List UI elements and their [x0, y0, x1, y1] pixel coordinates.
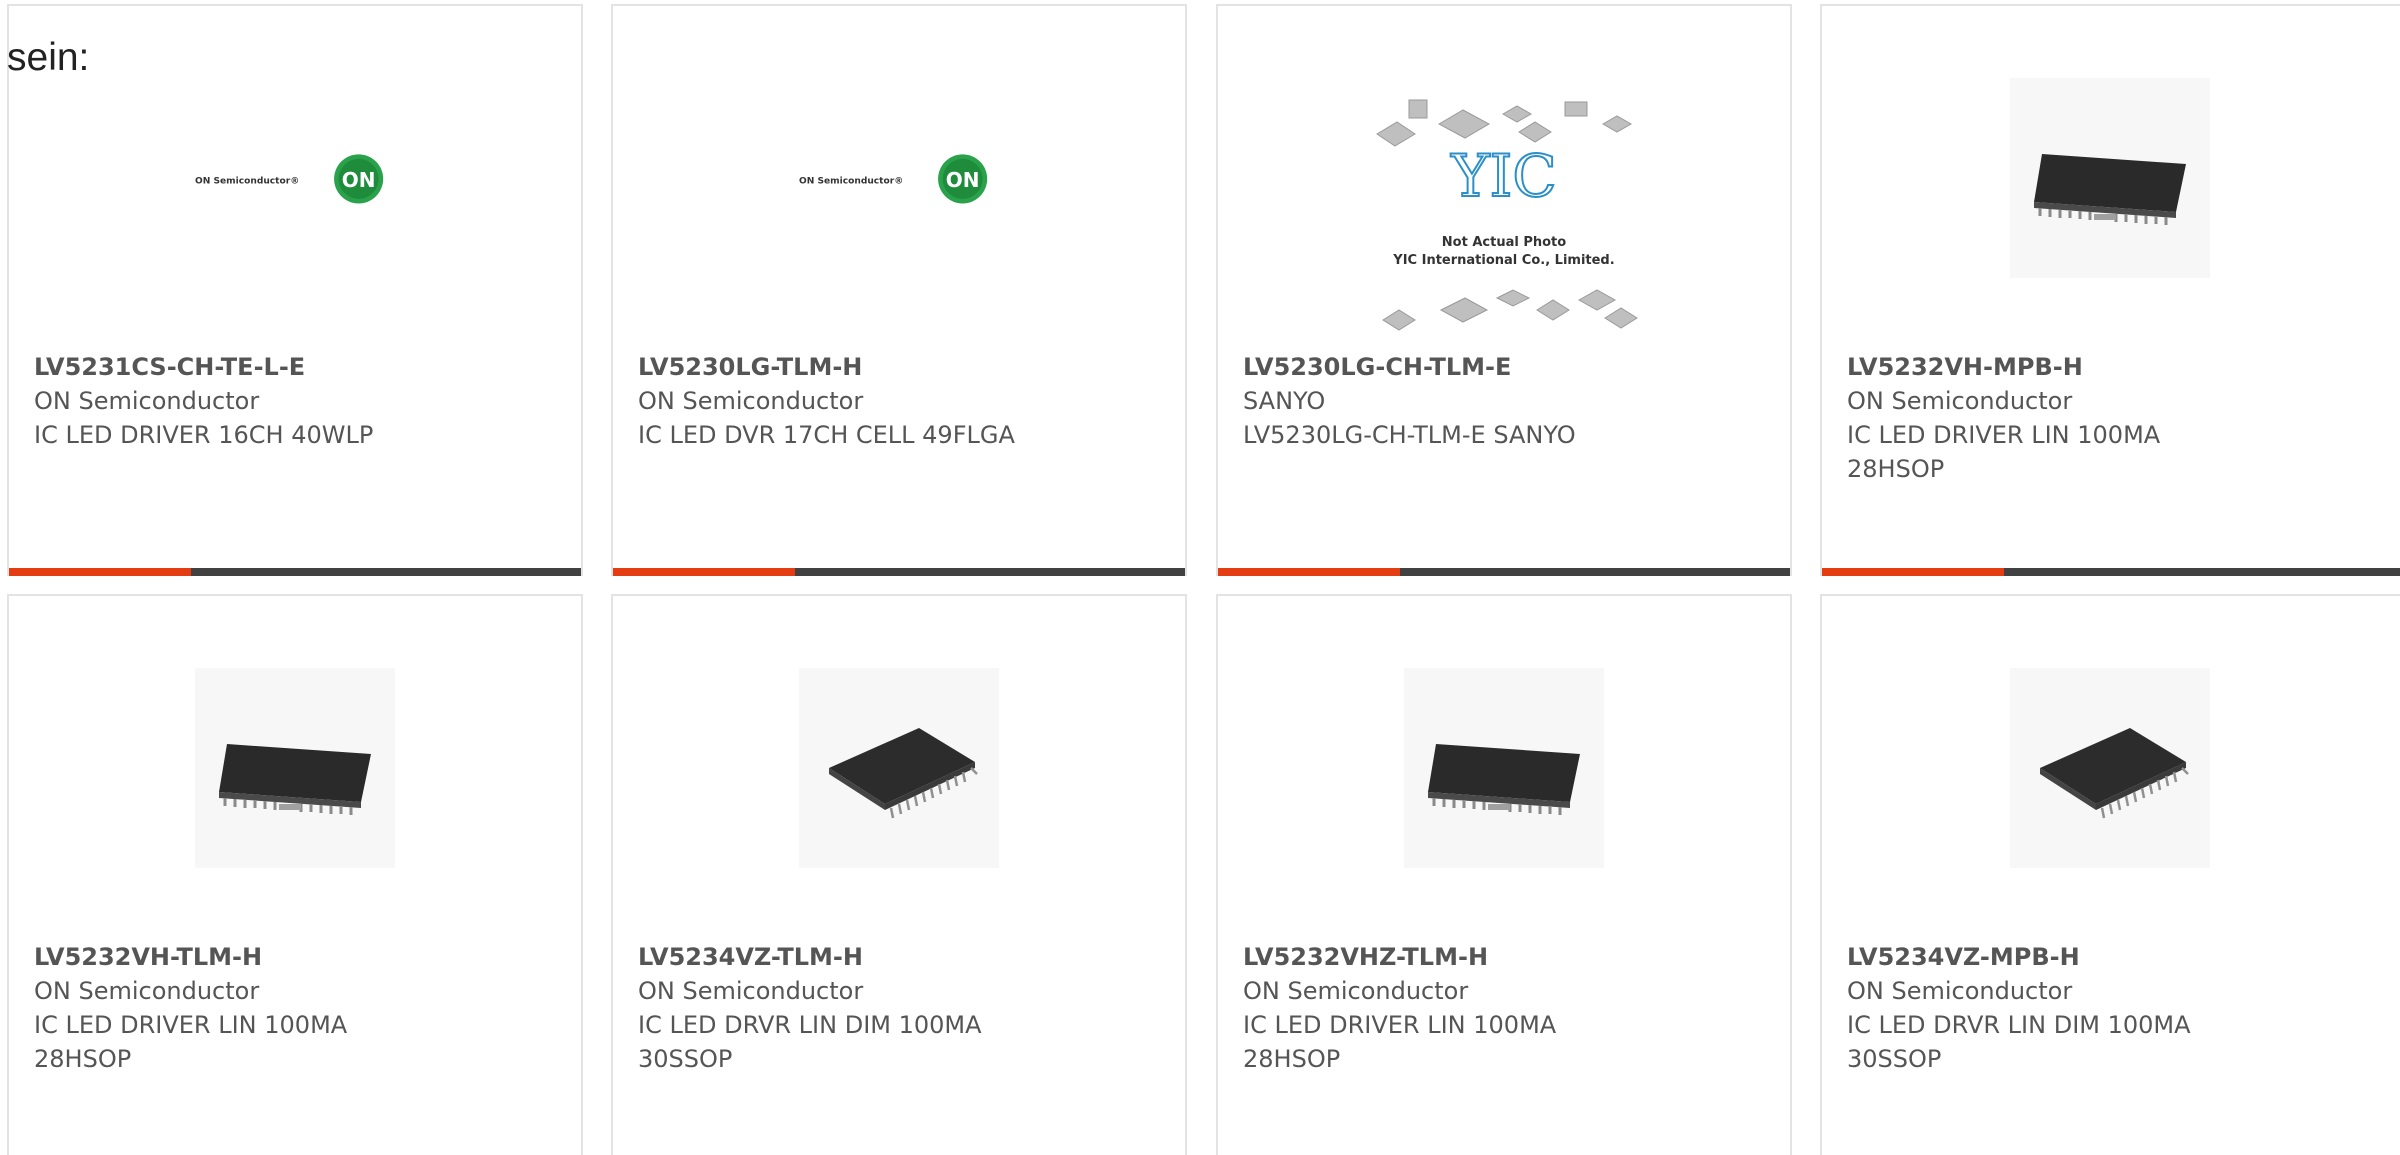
- description: LV5230LG-CH-TLM-E SANYO: [1243, 421, 1576, 449]
- product-card[interactable]: LV5232VHZ-TLM-H ON Semiconductor IC LED …: [1216, 594, 1792, 1155]
- manufacturer: ON Semiconductor: [638, 387, 864, 415]
- description: IC LED DVR 17CH CELL 49FLGA: [638, 421, 1015, 449]
- svg-text:ON Semiconductor®: ON Semiconductor®: [195, 176, 299, 186]
- intro-text: sein:: [7, 36, 90, 79]
- card-bar: [9, 568, 581, 576]
- hsop-chip-icon: [2034, 154, 2186, 225]
- hsop-chip-icon: [1428, 744, 1580, 815]
- part-number[interactable]: LV5234VZ-MPB-H: [1847, 940, 2380, 974]
- manufacturer: SANYO: [1243, 387, 1326, 415]
- card-bar: [1822, 568, 2400, 576]
- svg-text:ON: ON: [946, 168, 980, 192]
- part-number[interactable]: LV5232VH-TLM-H: [34, 940, 561, 974]
- manufacturer: ON Semiconductor: [1847, 387, 2073, 415]
- part-number[interactable]: LV5230LG-TLM-H: [638, 350, 1165, 384]
- product-card[interactable]: ON Semiconductor® ON LV5230LG-TLM-H ON S…: [611, 4, 1187, 576]
- manufacturer: ON Semiconductor: [638, 977, 864, 1005]
- ssop-chip-icon: [829, 728, 978, 819]
- part-number[interactable]: LV5232VHZ-TLM-H: [1243, 940, 1770, 974]
- part-number[interactable]: LV5231CS-CH-TE-L-E: [34, 350, 561, 384]
- manufacturer: ON Semiconductor: [1847, 977, 2073, 1005]
- product-image: [195, 668, 395, 868]
- description: IC LED DRIVER LIN 100MA 28HSOP: [1243, 1011, 1557, 1073]
- product-image: YIC Not Actual Photo YIC International C…: [1369, 96, 1639, 336]
- svg-text:ON Semiconductor®: ON Semiconductor®: [799, 176, 903, 186]
- part-number[interactable]: LV5232VH-MPB-H: [1847, 350, 2380, 384]
- product-card[interactable]: LV5234VZ-MPB-H ON Semiconductor IC LED D…: [1820, 594, 2400, 1155]
- ssop-chip-icon: [2040, 728, 2189, 819]
- product-image: ON Semiconductor® ON: [195, 78, 395, 278]
- product-card[interactable]: LV5232VH-MPB-H ON Semiconductor IC LED D…: [1820, 4, 2400, 576]
- product-card[interactable]: ON Semiconductor® ON LV5231CS-CH-TE-L-E …: [7, 4, 583, 576]
- manufacturer: ON Semiconductor: [34, 387, 260, 415]
- description: IC LED DRVR LIN DIM 100MA 30SSOP: [638, 1011, 982, 1073]
- svg-text:YIC International Co., Limited: YIC International Co., Limited.: [1392, 253, 1614, 268]
- svg-text:ON: ON: [342, 168, 376, 192]
- accent-bar: [9, 568, 191, 576]
- accent-bar: [613, 568, 795, 576]
- hsop-chip-icon: [219, 744, 371, 815]
- product-image: [2010, 78, 2210, 278]
- product-image: [799, 668, 999, 868]
- description: IC LED DRIVER LIN 100MA 28HSOP: [1847, 421, 2161, 483]
- yic-placeholder-icon: YIC Not Actual Photo YIC International C…: [1376, 99, 1638, 331]
- product-image: ON Semiconductor® ON: [799, 78, 999, 278]
- accent-bar: [1218, 568, 1400, 576]
- product-card[interactable]: LV5232VH-TLM-H ON Semiconductor IC LED D…: [7, 594, 583, 1155]
- accent-bar: [1822, 568, 2004, 576]
- part-number[interactable]: LV5230LG-CH-TLM-E: [1243, 350, 1770, 384]
- product-card[interactable]: YIC Not Actual Photo YIC International C…: [1216, 4, 1792, 576]
- card-bar: [1218, 568, 1790, 576]
- manufacturer: ON Semiconductor: [1243, 977, 1469, 1005]
- product-image: [2010, 668, 2210, 868]
- svg-text:Not Actual Photo: Not Actual Photo: [1442, 235, 1566, 250]
- manufacturer: ON Semiconductor: [34, 977, 260, 1005]
- description: IC LED DRIVER LIN 100MA 28HSOP: [34, 1011, 348, 1073]
- product-card[interactable]: LV5234VZ-TLM-H ON Semiconductor IC LED D…: [611, 594, 1187, 1155]
- description: IC LED DRVR LIN DIM 100MA 30SSOP: [1847, 1011, 2191, 1073]
- on-semi-logo-icon: ON Semiconductor® ON: [799, 154, 988, 204]
- card-bar: [613, 568, 1185, 576]
- product-image: [1404, 668, 1604, 868]
- description: IC LED DRIVER 16CH 40WLP: [34, 421, 374, 449]
- on-semi-logo-icon: ON Semiconductor® ON: [195, 154, 384, 204]
- part-number[interactable]: LV5234VZ-TLM-H: [638, 940, 1165, 974]
- svg-text:YIC: YIC: [1450, 142, 1557, 210]
